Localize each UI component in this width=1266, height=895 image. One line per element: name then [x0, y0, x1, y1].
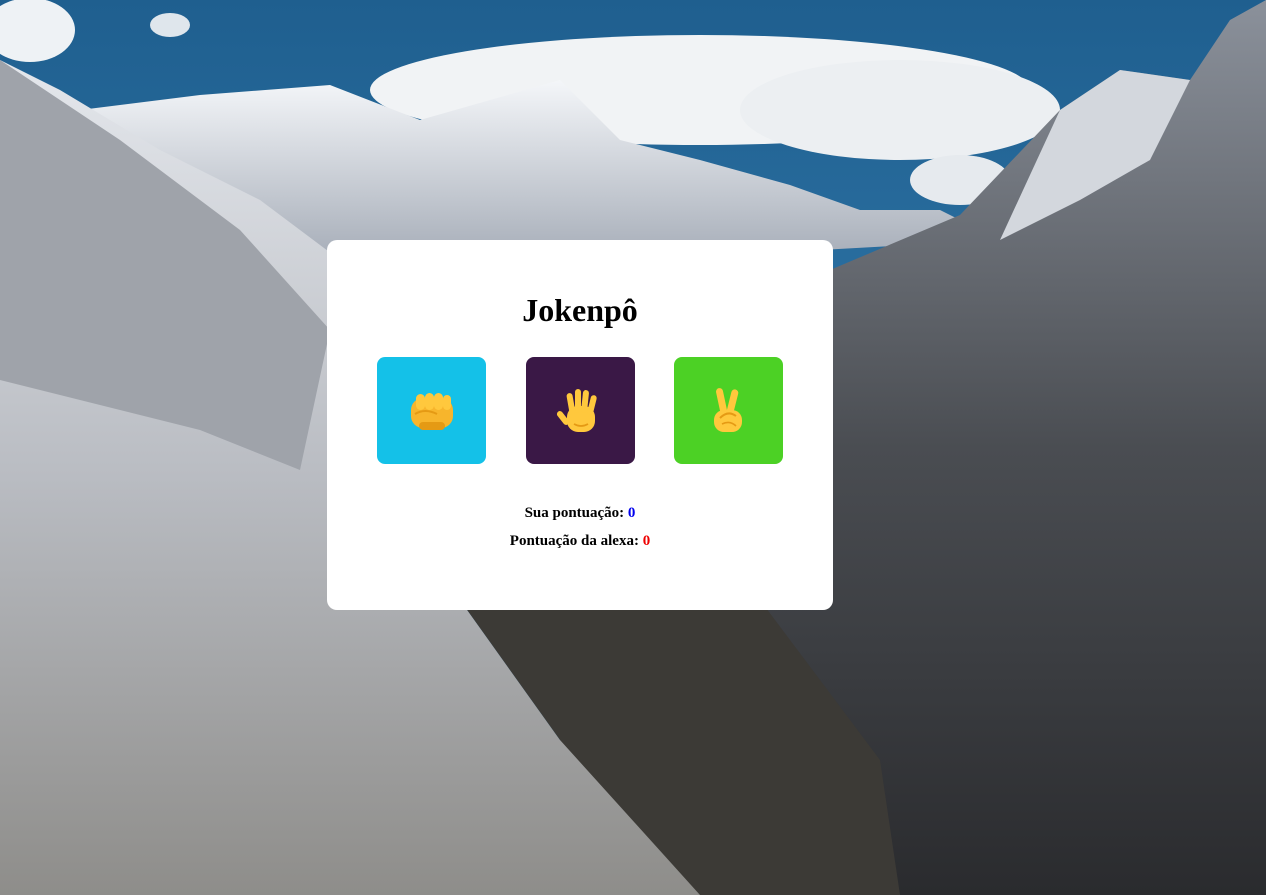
fist-icon [410, 392, 453, 430]
victory-hand-icon [713, 387, 742, 432]
player-score: Sua pontuação: 0 [327, 503, 833, 523]
rock-button[interactable] [377, 357, 486, 464]
paper-button[interactable] [526, 357, 635, 464]
page-title: Jokenpô [522, 292, 638, 328]
game-card: Jokenpô Sua pontuação: 0 Pontuação da al… [327, 240, 833, 610]
player-score-value: 0 [627, 505, 636, 521]
alexa-score-value: 0 [642, 533, 651, 549]
alexa-score-label: Pontuação da alexa: [509, 533, 639, 549]
alexa-score: Pontuação da alexa: 0 [327, 531, 833, 551]
raised-hand-icon [556, 388, 597, 432]
player-score-label: Sua pontuação: [524, 505, 625, 521]
scissors-button[interactable] [674, 357, 783, 464]
